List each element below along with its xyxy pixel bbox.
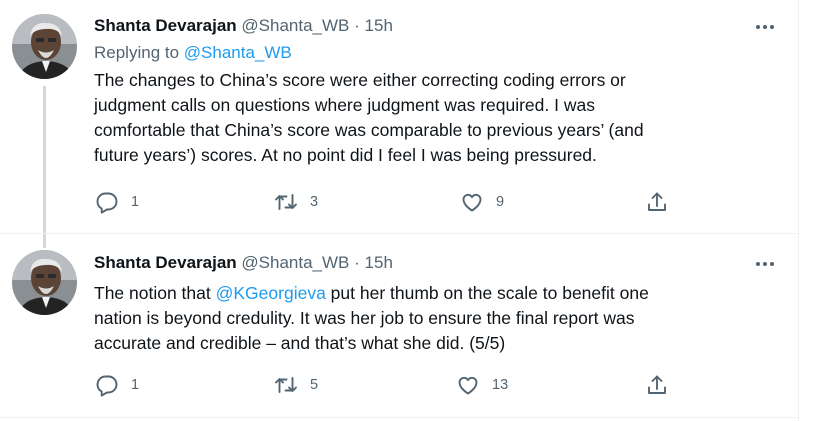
mention-link[interactable]: @KGeorgieva: [216, 283, 326, 303]
retweet-icon: [275, 377, 297, 393]
avatar-image: [12, 250, 77, 315]
tweet-text: The notion that @KGeorgieva put her thum…: [94, 281, 784, 356]
reply-icon: [96, 192, 118, 214]
tweet-actions: 1 5 13: [0, 373, 798, 403]
replying-to-label: Replying to: [94, 43, 180, 62]
replying-to: Replying to @Shanta_WB: [94, 43, 292, 63]
like-button[interactable]: 9: [460, 190, 504, 214]
reply-count: 1: [131, 377, 140, 393]
share-icon: [648, 375, 666, 394]
separator-dot: ·: [354, 253, 360, 272]
reply-icon: [96, 375, 118, 397]
tweet-text-line: accurate and credible – and that’s what …: [94, 333, 506, 353]
retweet-button[interactable]: 5: [274, 373, 318, 397]
author-handle[interactable]: @Shanta_WB: [241, 16, 349, 35]
tweet-divider: [0, 233, 798, 234]
timestamp[interactable]: 15h: [365, 16, 393, 35]
avatar-image: [12, 14, 77, 79]
author-name[interactable]: Shanta Devarajan: [94, 253, 237, 272]
tweet-text-line: nation is beyond credulity. It was her j…: [94, 308, 635, 328]
tweet-text-line: future years’) scores. At no point did I…: [94, 145, 597, 165]
replying-to-handle[interactable]: @Shanta_WB: [184, 43, 292, 62]
tweet[interactable]: Shanta Devarajan @Shanta_WB · 15h Replyi…: [0, 0, 798, 234]
like-button[interactable]: 13: [456, 373, 508, 397]
tweet-text-line: judgment calls on questions where judgme…: [94, 95, 595, 115]
tweet-divider: [0, 417, 798, 418]
like-count: 13: [492, 377, 509, 393]
tweet-text-segment: The notion that: [94, 283, 216, 303]
reply-button[interactable]: 1: [95, 373, 139, 397]
share-button[interactable]: [645, 190, 669, 214]
retweet-count: 5: [310, 377, 319, 393]
share-button[interactable]: [645, 373, 669, 397]
tweet-text-line: The changes to China’s score were either…: [94, 70, 626, 90]
retweet-count: 3: [310, 194, 319, 210]
separator-dot: ·: [354, 16, 360, 35]
tweet-text: The changes to China’s score were either…: [94, 68, 784, 168]
author-handle[interactable]: @Shanta_WB: [241, 253, 349, 272]
tweet-header: Shanta Devarajan @Shanta_WB · 15h: [94, 253, 393, 273]
tweet[interactable]: Shanta Devarajan @Shanta_WB · 15h The no…: [0, 235, 798, 419]
tweet-actions: 1 3 9: [0, 190, 798, 220]
retweet-icon: [275, 194, 297, 210]
more-options-icon[interactable]: [754, 16, 776, 38]
reply-button[interactable]: 1: [95, 190, 139, 214]
tweet-text-line: comfortable that China’s score was compa…: [94, 120, 644, 140]
timeline-border: [798, 0, 799, 421]
author-name[interactable]: Shanta Devarajan: [94, 16, 237, 35]
tweet-header: Shanta Devarajan @Shanta_WB · 15h: [94, 16, 393, 36]
timestamp[interactable]: 15h: [365, 253, 393, 272]
reply-count: 1: [131, 194, 140, 210]
avatar[interactable]: [12, 14, 77, 79]
like-icon: [458, 376, 478, 395]
tweet-text-line: The notion that @KGeorgieva put her thum…: [94, 281, 784, 306]
like-count: 9: [496, 194, 505, 210]
share-icon: [648, 192, 666, 211]
avatar[interactable]: [12, 250, 77, 315]
retweet-button[interactable]: 3: [274, 190, 318, 214]
more-options-icon[interactable]: [754, 253, 776, 275]
like-icon: [462, 193, 482, 212]
tweet-text-segment: put her thumb on the scale to benefit on…: [325, 283, 649, 303]
